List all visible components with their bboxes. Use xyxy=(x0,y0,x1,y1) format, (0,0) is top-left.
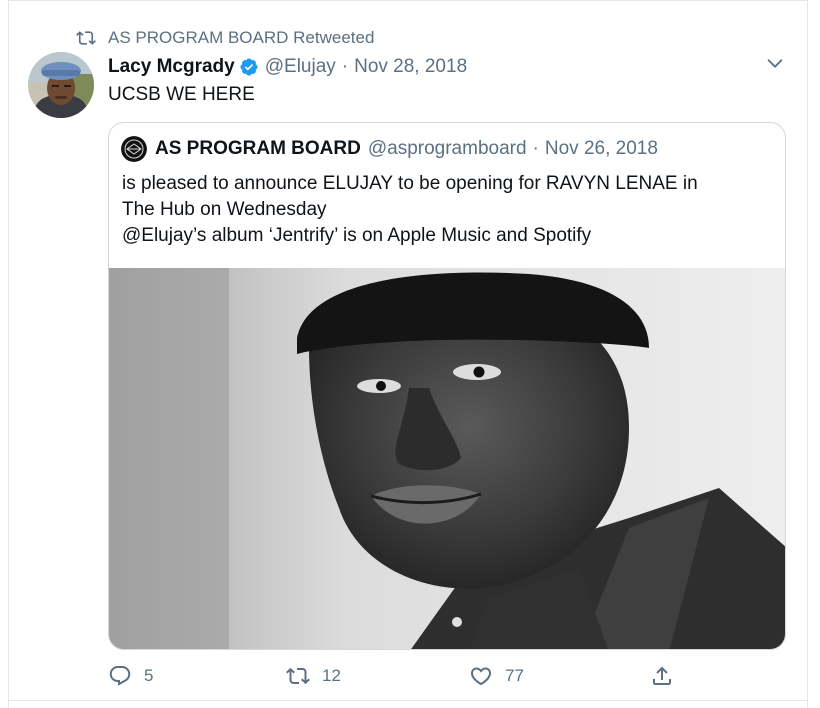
reply-icon xyxy=(109,666,131,686)
tweet-header: Lacy Mcgrady @Elujay · Nov 28, 2018 xyxy=(108,53,467,81)
tweet-date[interactable]: Nov 28, 2018 xyxy=(354,56,467,78)
tweet-text: UCSB WE HERE xyxy=(108,84,255,105)
quoted-tweet-photo[interactable] xyxy=(109,268,786,650)
reply-count: 5 xyxy=(144,666,154,685)
retweet-button[interactable]: 12 xyxy=(286,664,341,688)
quoted-tweet-header: AS PROGRAM BOARD @asprogramboard · Nov 2… xyxy=(121,136,658,162)
divider xyxy=(8,700,808,701)
like-icon xyxy=(470,667,492,686)
like-count: 77 xyxy=(505,666,524,685)
retweet-icon xyxy=(286,667,310,685)
quoted-author-name: AS PROGRAM BOARD xyxy=(155,138,361,159)
quoted-author-handle: @asprogramboard xyxy=(367,138,527,159)
retweet-icon xyxy=(76,31,96,45)
author-handle[interactable]: @Elujay xyxy=(265,56,336,78)
quoted-tweet-date: Nov 26, 2018 xyxy=(544,138,658,159)
quoted-text-line: @Elujay’s album ‘Jentrify’ is on Apple M… xyxy=(122,225,592,246)
avatar[interactable] xyxy=(28,52,94,118)
share-button[interactable] xyxy=(650,664,686,688)
quoted-tweet-text: is pleased to announce ELUJAY to be open… xyxy=(122,171,777,249)
retweet-context-label: AS PROGRAM BOARD Retweeted xyxy=(108,28,375,47)
quoted-avatar xyxy=(121,136,147,162)
chevron-down-icon[interactable] xyxy=(764,52,786,74)
quoted-header-separator: · xyxy=(532,138,539,159)
retweet-count: 12 xyxy=(322,666,341,685)
retweet-context[interactable]: AS PROGRAM BOARD Retweeted xyxy=(76,26,374,50)
verified-badge-icon xyxy=(240,58,258,76)
like-button[interactable]: 77 xyxy=(469,664,524,688)
quoted-text-line: is pleased to announce ELUJAY to be open… xyxy=(122,173,698,194)
share-icon xyxy=(653,666,671,685)
header-separator: · xyxy=(341,56,349,77)
quoted-text-line: The Hub on Wednesday xyxy=(122,199,327,220)
reply-button[interactable]: 5 xyxy=(108,664,153,688)
quoted-tweet[interactable]: AS PROGRAM BOARD @asprogramboard · Nov 2… xyxy=(108,122,786,650)
author-name[interactable]: Lacy Mcgrady xyxy=(108,56,235,78)
tweet-actions: 5 12 77 xyxy=(0,662,820,690)
